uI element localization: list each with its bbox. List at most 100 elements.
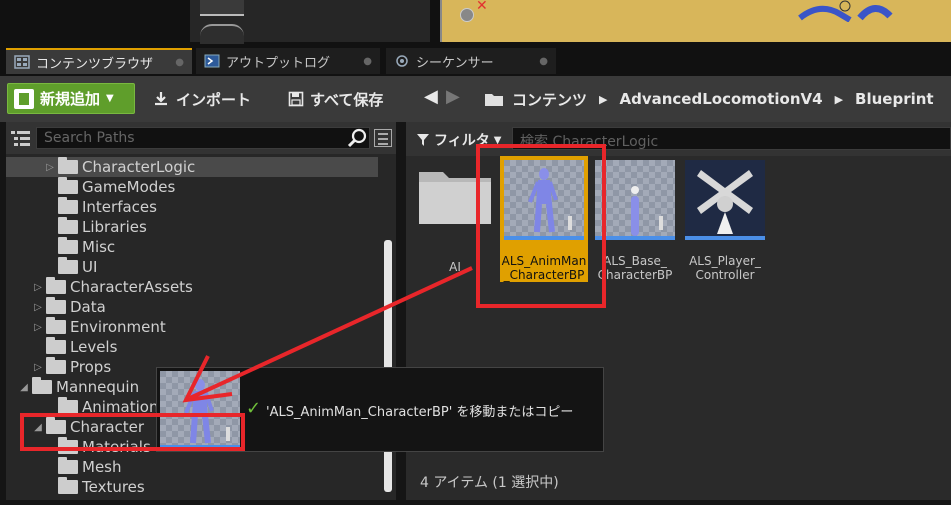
expand-arrow-icon[interactable]: ▷	[32, 322, 44, 333]
tab-close-icon[interactable]: ●	[363, 56, 372, 67]
output-log-icon	[204, 54, 220, 68]
import-label: インポート	[176, 90, 252, 109]
view-options-icon[interactable]	[374, 129, 392, 147]
tree-item-label: Mesh	[82, 458, 122, 476]
tab-content-browser[interactable]: コンテンツブラウザ ●	[6, 48, 192, 74]
content-browser-icon	[14, 55, 30, 69]
add-new-icon	[14, 88, 34, 109]
axis-x-icon: ✕	[476, 0, 488, 14]
folder-icon	[46, 317, 66, 334]
viewport-gizmo-icon	[460, 8, 474, 22]
sequencer-icon	[396, 55, 408, 67]
character-capsule-icon	[631, 186, 663, 236]
annotation-box-target-folder	[20, 413, 245, 451]
back-arrow-icon[interactable]: ◀	[424, 86, 438, 107]
breadcrumb-item[interactable]: コンテンツ	[512, 89, 587, 110]
sources-toggle-icon[interactable]	[10, 129, 32, 147]
folder-icon	[485, 94, 503, 106]
tab-close-icon[interactable]: ●	[175, 57, 184, 68]
tab-output-log[interactable]: アウトプットログ ●	[196, 48, 380, 74]
top-thumbnail	[200, 0, 244, 16]
filter-icon	[417, 134, 429, 146]
tree-item-mesh[interactable]: Mesh	[58, 457, 122, 477]
tree-item-environment[interactable]: ▷ Environment	[32, 317, 166, 337]
drag-drop-message: 'ALS_AnimMan_CharacterBP' を移動またはコピー	[266, 405, 574, 420]
save-icon	[288, 91, 304, 107]
breadcrumb: コンテンツ ▶ AdvancedLocomotionV4 ▶ Blueprint	[484, 84, 934, 114]
annotation-box-source-asset	[476, 144, 606, 308]
breadcrumb-item[interactable]: AdvancedLocomotionV4	[619, 90, 822, 108]
save-all-label: すべて保存	[310, 90, 384, 109]
folder-icon	[58, 397, 78, 414]
tree-item-data[interactable]: ▷ Data	[32, 297, 106, 317]
tab-label: コンテンツブラウザ	[36, 56, 154, 72]
asset-type-bar	[685, 236, 765, 240]
import-button[interactable]: インポート	[152, 84, 251, 114]
tree-item-label: CharacterAssets	[70, 278, 193, 296]
import-icon	[155, 92, 167, 106]
tree-item-label: Props	[70, 358, 112, 376]
save-all-button[interactable]: すべて保存	[288, 84, 383, 114]
folder-icon	[46, 337, 66, 354]
folder-icon	[58, 457, 78, 474]
tree-item-label: Environment	[70, 318, 166, 336]
tree-item-gamemodes[interactable]: GameModes	[58, 177, 175, 197]
add-new-button[interactable]: 新規追加 ▼	[7, 83, 135, 114]
asset-thumbnail	[685, 160, 765, 240]
folder-tree-scrollbar[interactable]	[384, 240, 392, 492]
breadcrumb-separator-icon[interactable]: ▶	[835, 93, 843, 106]
breadcrumb-item[interactable]: Blueprint	[855, 90, 934, 108]
tree-item-mannequin[interactable]: ◢ Mannequin	[18, 377, 139, 397]
asset-thumbnail	[595, 160, 675, 240]
tab-label: アウトプットログ	[226, 55, 331, 71]
folder-icon	[58, 157, 78, 174]
folder-icon	[58, 237, 78, 254]
tree-item-label: Textures	[82, 478, 145, 496]
tab-close-icon[interactable]: ●	[539, 56, 548, 67]
forward-arrow-icon[interactable]: ▶	[446, 86, 460, 107]
tree-item-label: Levels	[70, 338, 118, 356]
tree-item-label: CharacterLogic	[82, 158, 196, 176]
tree-item-label: UI	[82, 258, 98, 276]
tab-sequencer[interactable]: シーケンサー ●	[386, 48, 556, 74]
tree-item-ui[interactable]: UI	[58, 257, 97, 277]
chevron-down-icon: ▼	[106, 93, 114, 104]
expand-arrow-icon[interactable]: ▷	[32, 362, 44, 373]
folder-icon	[46, 357, 66, 374]
checkmark-icon: ✓	[246, 398, 262, 419]
add-new-label: 新規追加	[40, 90, 101, 108]
asset-label: ALS_Player_ Controller	[689, 254, 761, 282]
player-controller-icon	[697, 170, 753, 234]
tree-item-misc[interactable]: Misc	[58, 237, 115, 257]
tree-item-label: Interfaces	[82, 198, 157, 216]
folder-icon	[58, 477, 78, 494]
tree-item-label: Mannequin	[56, 378, 140, 396]
search-icon[interactable]	[347, 128, 369, 148]
tree-item-interfaces[interactable]: Interfaces	[58, 197, 157, 217]
collapse-arrow-icon[interactable]: ◢	[18, 382, 30, 393]
tree-item-label: Libraries	[82, 218, 147, 236]
asset-count-status: 4 アイテム (1 選択中)	[420, 475, 559, 491]
folder-icon	[46, 297, 66, 314]
asset-tile-als-player-controller[interactable]: ALS_Player_ Controller	[685, 160, 765, 284]
folder-icon	[58, 177, 78, 194]
tree-item-levels[interactable]: Levels	[46, 337, 117, 357]
folder-icon	[58, 257, 78, 274]
tree-item-characterlogic[interactable]: ▷ CharacterLogic	[6, 157, 378, 177]
tree-item-textures[interactable]: Textures	[58, 477, 145, 497]
tab-label: シーケンサー	[416, 55, 494, 71]
tree-item-characterassets[interactable]: ▷ CharacterAssets	[32, 277, 193, 297]
tree-item-libraries[interactable]: Libraries	[58, 217, 147, 237]
tree-item-label: GameModes	[82, 178, 176, 196]
asset-tile-als-base-characterbp[interactable]: ALS_Base_ CharacterBP	[595, 160, 675, 284]
folder-icon	[46, 277, 66, 294]
expand-arrow-icon[interactable]: ▷	[32, 302, 44, 313]
top-thumbnail	[200, 24, 244, 44]
breadcrumb-separator-icon[interactable]: ▶	[599, 93, 607, 106]
folder-icon	[58, 217, 78, 234]
tree-item-label: Data	[70, 298, 106, 316]
viewport-character-icon	[798, 0, 893, 22]
expand-arrow-icon[interactable]: ▷	[44, 162, 56, 173]
expand-arrow-icon[interactable]: ▷	[32, 282, 44, 293]
tree-item-props[interactable]: ▷ Props	[32, 357, 111, 377]
